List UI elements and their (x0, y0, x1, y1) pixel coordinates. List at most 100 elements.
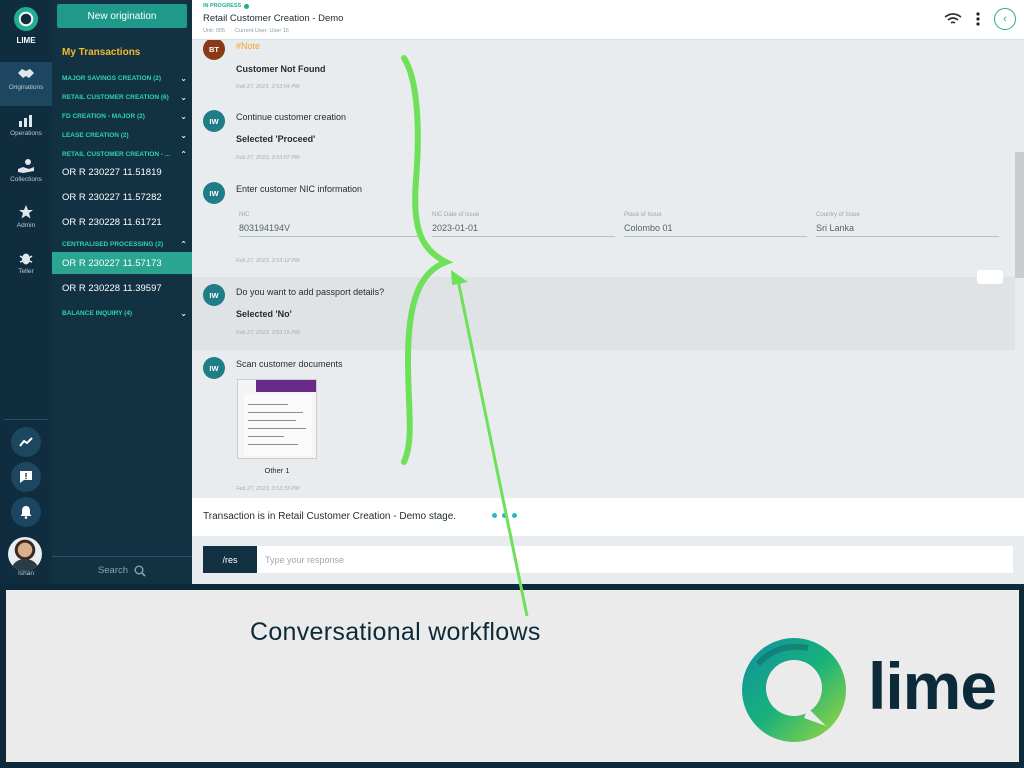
transaction-item-active[interactable]: OR R 230227 11.57173 (52, 252, 192, 274)
user-avatar[interactable] (8, 537, 42, 571)
document-line (248, 404, 288, 405)
document-line (248, 412, 303, 413)
user-name: Ishan (18, 570, 34, 577)
handshake-icon (18, 69, 34, 78)
avatar: IW (203, 182, 225, 204)
analytics-button[interactable] (11, 427, 41, 457)
document-line (248, 420, 296, 421)
bell-icon (20, 506, 32, 519)
nic-date-field: NIC Date of Issue 2023-01-01 (432, 212, 615, 237)
rail-item-originations[interactable]: Originations (0, 62, 52, 106)
field-label: Place of Issue (624, 212, 662, 218)
rail-item-label: Collections (10, 176, 42, 183)
chevron-up-icon: ⌃ (180, 239, 187, 249)
rail-item-label: Admin (16, 222, 36, 229)
search-label: Search (97, 565, 129, 576)
document-caption: Other 1 (264, 466, 290, 475)
message-timestamp: Feb 27, 2023, 3:53:07 PM (236, 155, 300, 161)
document-thumbnail[interactable] (237, 379, 317, 459)
messages-button[interactable] (11, 462, 41, 492)
transaction-item[interactable]: OR R 230228 11.39597 (52, 277, 192, 299)
field-value: 803194194V (239, 223, 291, 233)
rail-item-teller[interactable]: Teller (0, 246, 52, 290)
message-timestamp: Feb 27, 2023, 3:53:04 PM (236, 84, 300, 90)
chat-alert-icon (20, 471, 32, 483)
message-title: Enter customer NIC information (236, 184, 363, 194)
response-input[interactable] (257, 546, 1013, 573)
field-label: NIC Date of Issue (432, 212, 480, 218)
field-value: Sri Lanka (816, 223, 855, 233)
transaction-header: IN PROGRESS Retail Customer Creation - D… (192, 0, 1024, 40)
avatar: BT (203, 40, 225, 60)
field-label: Country of Issue (816, 212, 860, 218)
message-body: Selected 'No' (236, 309, 292, 319)
brand-wordmark: lime (868, 649, 997, 723)
sidebar-search[interactable]: Search (52, 556, 192, 584)
group-lease-creation[interactable]: LEASE CREATION (2) ⌄ (62, 128, 187, 142)
chevron-down-icon: ⌄ (180, 130, 187, 140)
transaction-item[interactable]: OR R 230227 11.57282 (52, 186, 192, 208)
chevron-down-icon: ⌄ (180, 111, 187, 121)
document-line (248, 428, 306, 429)
message-timestamp: Feb 27, 2023, 3:53:15 PM (236, 330, 300, 336)
trend-line-icon (19, 437, 33, 447)
search-icon (134, 565, 146, 577)
message-title: Do you want to add passport details? (236, 287, 385, 297)
avatar: IW (203, 284, 225, 306)
feed-scrollbar-thumb[interactable] (1015, 152, 1024, 278)
message-timestamp: Feb 27, 2023, 3:53:12 PM (236, 258, 300, 264)
group-major-savings[interactable]: MAJOR SAVINGS CREATION (2) ⌄ (62, 71, 187, 85)
group-label: RETAIL CUSTOMER CREATION (6) (62, 93, 169, 101)
transaction-item[interactable]: OR R 230227 11.51819 (52, 161, 192, 183)
rail-item-admin[interactable]: Admin (0, 200, 52, 244)
group-retail-customer[interactable]: RETAIL CUSTOMER CREATION (6) ⌄ (62, 90, 187, 104)
document-line (248, 436, 284, 437)
message-body: Selected 'Proceed' (236, 134, 316, 144)
collapse-button[interactable]: ‹ (994, 8, 1016, 30)
banner-tagline: Conversational workflows (250, 618, 541, 646)
group-label: MAJOR SAVINGS CREATION (2) (62, 74, 162, 82)
avatar: IW (203, 357, 225, 379)
lime-logo-icon (14, 7, 38, 31)
rail-item-operations[interactable]: Operations (0, 108, 52, 152)
group-fd-creation[interactable]: FD CREATION - MAJOR (2) ⌄ (62, 109, 187, 123)
response-composer: /res (203, 546, 1013, 573)
current-user-label: Current User: User 16 (235, 28, 289, 34)
message-body: Customer Not Found (236, 64, 326, 74)
rail-logo-text: LIME (16, 36, 36, 45)
conversation-panel: IN PROGRESS Retail Customer Creation - D… (192, 0, 1024, 584)
group-centralised-processing[interactable]: CENTRALISED PROCESSING (2) ⌃ (62, 237, 187, 251)
message-feed: BT #Note Customer Not Found Feb 27, 2023… (192, 40, 1024, 498)
chevron-left-icon: ‹ (1003, 13, 1007, 25)
lime-logo-icon (742, 638, 846, 742)
group-retail-customer-demo[interactable]: RETAIL CUSTOMER CREATION - ... ⌃ (62, 147, 187, 161)
message-note: BT #Note Customer Not Found Feb 27, 2023… (192, 40, 1015, 98)
document-header-band (256, 380, 316, 392)
status-text: IN PROGRESS (203, 3, 242, 9)
transaction-item[interactable]: OR R 230228 11.61721 (52, 211, 192, 233)
money-hand-icon (18, 159, 34, 173)
group-label: FD CREATION - MAJOR (2) (62, 112, 145, 120)
floating-action-button[interactable] (977, 270, 1003, 284)
new-origination-button[interactable]: New origination (57, 4, 187, 28)
command-button[interactable]: /res (203, 546, 257, 573)
unit-label: Unit: 005 (203, 28, 226, 34)
chevron-down-icon: ⌄ (180, 308, 187, 318)
note-label: #Note (236, 41, 261, 51)
header-meta: Unit: 005 Current User: User 16 (203, 28, 289, 34)
chevron-up-icon: ⌃ (180, 149, 187, 159)
message-title: Scan customer documents (236, 359, 343, 369)
bug-icon (19, 253, 33, 265)
status-dot-icon (244, 3, 250, 9)
notifications-button[interactable] (11, 497, 41, 527)
field-value: Colombo 01 (624, 223, 673, 233)
country-of-issue-field: Country of Issue Sri Lanka (816, 212, 999, 237)
chevron-down-icon: ⌄ (180, 92, 187, 102)
bar-chart-icon (19, 115, 32, 127)
message-item: IW Enter customer NIC information NIC 80… (192, 168, 1015, 276)
page-title: Retail Customer Creation - Demo (203, 13, 344, 24)
nic-field: NIC 803194194V (239, 212, 422, 237)
group-balance-inquiry[interactable]: BALANCE INQUIRY (4) ⌄ (62, 306, 187, 320)
rail-item-collections[interactable]: Collections (0, 154, 52, 198)
more-vertical-icon[interactable] (976, 12, 980, 26)
